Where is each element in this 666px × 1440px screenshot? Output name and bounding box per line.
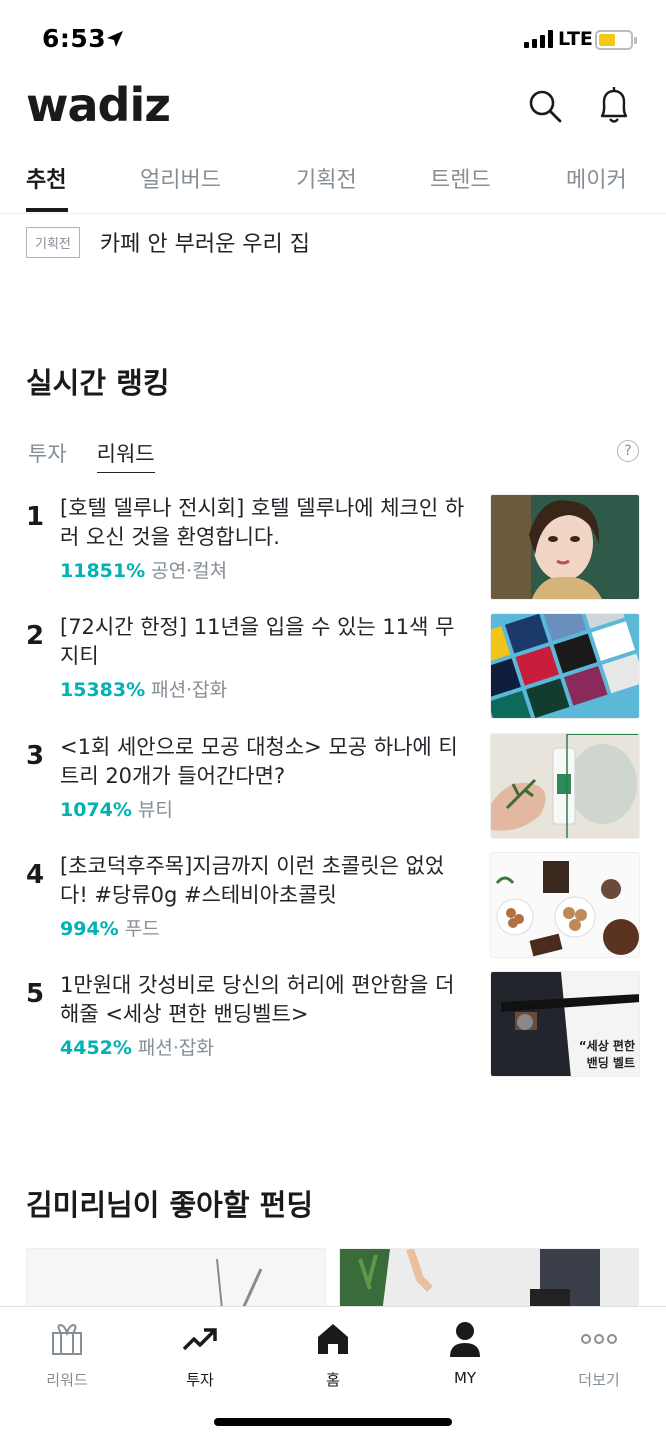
- exhibition-badge: 기획전: [26, 226, 80, 258]
- tab-trend[interactable]: 트렌드: [430, 162, 491, 194]
- thumb-caption: 밴딩 벨트: [586, 1056, 635, 1070]
- rank-category: 뷰티: [137, 799, 173, 821]
- wadiz-logo[interactable]: wadiz: [26, 78, 171, 132]
- person-icon: [445, 1317, 485, 1361]
- trend-up-icon: [180, 1317, 220, 1361]
- tab-earlybird[interactable]: 얼리버드: [140, 162, 221, 194]
- gift-icon: [47, 1317, 87, 1361]
- ranking-item[interactable]: 1 [호텔 델루나 전시회] 호텔 델루나에 체크인 하러 오신 것을 환영합니…: [0, 494, 666, 604]
- funding-percent: 11851%: [60, 560, 146, 582]
- rank-thumbnail: “세상 편한 밴딩 벨트: [490, 971, 640, 1077]
- network-label: LTE: [558, 28, 593, 50]
- nav-reward[interactable]: 리워드: [27, 1317, 107, 1390]
- ranking-tab-reward[interactable]: 리워드: [96, 438, 155, 473]
- rank-number: 5: [26, 979, 45, 1009]
- tab-maker[interactable]: 메이커: [566, 162, 627, 194]
- funding-percent: 15383%: [60, 679, 146, 701]
- nav-home[interactable]: 홈: [293, 1317, 373, 1390]
- bell-icon[interactable]: [592, 84, 636, 128]
- rank-thumbnail: [490, 733, 640, 839]
- help-icon[interactable]: ?: [617, 440, 639, 462]
- rank-meta: 994% 푸드: [60, 914, 160, 941]
- ranking-item[interactable]: 5 1만원대 갓성비로 당신의 허리에 편안함을 더해줄 <세상 편한 밴딩벨트…: [0, 971, 666, 1081]
- category-tabs: 추천 얼리버드 기획전 트렌드 메이커: [0, 150, 666, 214]
- nav-label: 홈: [326, 1371, 340, 1389]
- ranking-tabs: 투자 리워드: [28, 438, 155, 473]
- funding-percent: 4452%: [60, 1037, 132, 1059]
- nav-more[interactable]: 더보기: [559, 1317, 639, 1390]
- rank-meta: 4452% 패션·잡화: [60, 1033, 214, 1060]
- ranking-item[interactable]: 3 <1회 세안으로 모공 대청소> 모공 하나에 티트리 20개가 들어간다면…: [0, 733, 666, 843]
- rank-title: [초코덕후주목]지금까지 이런 초콜릿은 없었다! #당류0g #스테비아초콜릿: [60, 854, 445, 907]
- rank-title: 1만원대 갓성비로 당신의 허리에 편안함을 더해줄 <세상 편한 밴딩벨트>: [60, 973, 455, 1026]
- nav-label: 더보기: [578, 1371, 620, 1389]
- tab-recommend[interactable]: 추천: [26, 162, 66, 194]
- status-time: 6:53: [42, 24, 107, 53]
- rank-number: 1: [26, 502, 45, 532]
- rank-thumbnail: [490, 494, 640, 600]
- rank-meta: 11851% 공연·컬쳐: [60, 556, 227, 583]
- status-bar: 6:53 LTE: [0, 0, 666, 80]
- ranking-title: 실시간 랭킹: [26, 366, 170, 400]
- rank-meta: 1074% 뷰티: [60, 795, 173, 822]
- more-icon: [579, 1317, 619, 1361]
- rank-title: <1회 세안으로 모공 대청소> 모공 하나에 티트리 20개가 들어간다면?: [60, 735, 458, 788]
- ranking-tab-invest[interactable]: 투자: [28, 438, 67, 473]
- thumb-caption: “세상 편한: [578, 1039, 635, 1053]
- rank-number: 2: [26, 621, 45, 651]
- rank-thumbnail: [490, 852, 640, 958]
- recommend-title: 김미리님이 좋아할 펀딩: [26, 1188, 313, 1222]
- nav-label: 리워드: [46, 1371, 88, 1389]
- location-arrow-icon: [107, 31, 123, 47]
- rank-number: 4: [26, 860, 45, 890]
- rank-meta: 15383% 패션·잡화: [60, 675, 227, 702]
- rank-title: [호텔 델루나 전시회] 호텔 델루나에 체크인 하러 오신 것을 환영합니다.: [60, 496, 465, 549]
- exhibition-banner[interactable]: 기획전 카페 안 부러운 우리 집: [26, 226, 310, 258]
- ranking-item[interactable]: 2 [72시간 한정] 11년을 입을 수 있는 11색 무지티 15383% 패…: [0, 613, 666, 723]
- rank-category: 패션·잡화: [151, 679, 228, 701]
- rank-thumbnail: [490, 613, 640, 719]
- home-icon: [313, 1317, 353, 1361]
- active-tab-indicator: [26, 208, 68, 212]
- signal-icon: [524, 30, 553, 48]
- home-indicator: [214, 1418, 452, 1426]
- search-icon[interactable]: [523, 84, 567, 128]
- rank-category: 패션·잡화: [137, 1037, 214, 1059]
- rank-title: [72시간 한정] 11년을 입을 수 있는 11색 무지티: [60, 615, 455, 668]
- rank-category: 푸드: [124, 918, 160, 940]
- nav-label: MY: [453, 1369, 477, 1387]
- rank-number: 3: [26, 741, 45, 771]
- exhibition-title: 카페 안 부러운 우리 집: [99, 232, 311, 257]
- nav-my[interactable]: MY: [425, 1317, 505, 1387]
- tab-exhibition[interactable]: 기획전: [296, 162, 357, 194]
- funding-percent: 994%: [60, 918, 119, 940]
- nav-label: 투자: [186, 1371, 214, 1389]
- funding-percent: 1074%: [60, 799, 132, 821]
- rank-category: 공연·컬쳐: [151, 560, 228, 582]
- nav-invest[interactable]: 투자: [160, 1317, 240, 1390]
- ranking-item[interactable]: 4 [초코덕후주목]지금까지 이런 초콜릿은 없었다! #당류0g #스테비아초…: [0, 852, 666, 962]
- battery-icon: [595, 30, 637, 50]
